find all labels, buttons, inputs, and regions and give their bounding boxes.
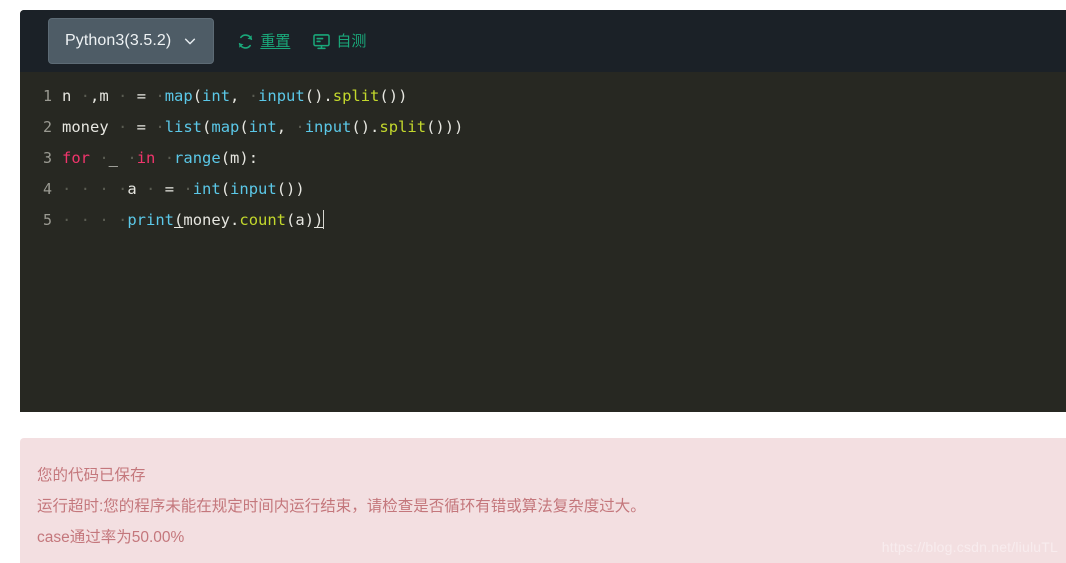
line-number: 2	[42, 117, 52, 136]
self-test-button-label: 自测	[336, 32, 367, 50]
line-number: 3	[42, 148, 52, 167]
code-line: 3 for ·_ ·in ·range(m):	[20, 142, 1066, 173]
monitor-icon	[312, 32, 331, 51]
code-line-content: · · · ·a · = ·int(input())	[62, 179, 305, 198]
refresh-icon	[236, 32, 255, 51]
reset-button-label: 重置	[260, 32, 291, 50]
line-number: 5	[42, 210, 52, 229]
code-line: 4 · · · ·a · = ·int(input())	[20, 173, 1066, 204]
result-message-list: 您的代码已保存 运行超时:您的程序未能在规定时间内运行结束，请检查是否循环有错或…	[20, 438, 1066, 553]
language-select[interactable]: Python3(3.5.2)	[48, 18, 215, 64]
code-line-content: for ·_ ·in ·range(m):	[62, 148, 259, 167]
chevron-down-icon	[183, 34, 197, 48]
code-line: 5 · · · ·print(money.count(a))	[20, 204, 1066, 235]
code-line-content: n ·,m · = ·map(int, ·input().split())	[62, 86, 408, 105]
code-text-area[interactable]: 1 n ·,m · = ·map(int, ·input().split()) …	[20, 72, 1066, 412]
line-number: 1	[42, 86, 52, 105]
result-message-timeout: 运行超时:您的程序未能在规定时间内运行结束，请检查是否循环有错或算法复杂度过大。	[37, 498, 646, 515]
language-select-label: Python3(3.5.2)	[65, 32, 172, 49]
editor-toolbar: Python3(3.5.2) 重置 自测	[20, 10, 1066, 72]
code-editor-panel: Python3(3.5.2) 重置 自测 1 n ·,m · = ·map(in…	[20, 10, 1066, 412]
reset-button[interactable]: 重置	[236, 32, 290, 51]
code-line: 1 n ·,m · = ·map(int, ·input().split())	[20, 80, 1066, 111]
line-number: 4	[42, 179, 52, 198]
result-message-saved: 您的代码已保存	[37, 467, 146, 484]
watermark: https://blog.csdn.net/liuluTL	[881, 539, 1058, 555]
result-panel: 您的代码已保存 运行超时:您的程序未能在规定时间内运行结束，请检查是否循环有错或…	[20, 438, 1066, 563]
text-cursor	[323, 210, 325, 229]
code-line-content: · · · ·print(money.count(a))	[62, 210, 325, 229]
code-line-content: money · = ·list(map(int, ·input().split(…	[62, 117, 464, 136]
code-line: 2 money · = ·list(map(int, ·input().spli…	[20, 111, 1066, 142]
code-submission-page: Python3(3.5.2) 重置 自测 1 n ·,m · = ·map(in…	[0, 0, 1066, 563]
self-test-button[interactable]: 自测	[312, 32, 366, 51]
